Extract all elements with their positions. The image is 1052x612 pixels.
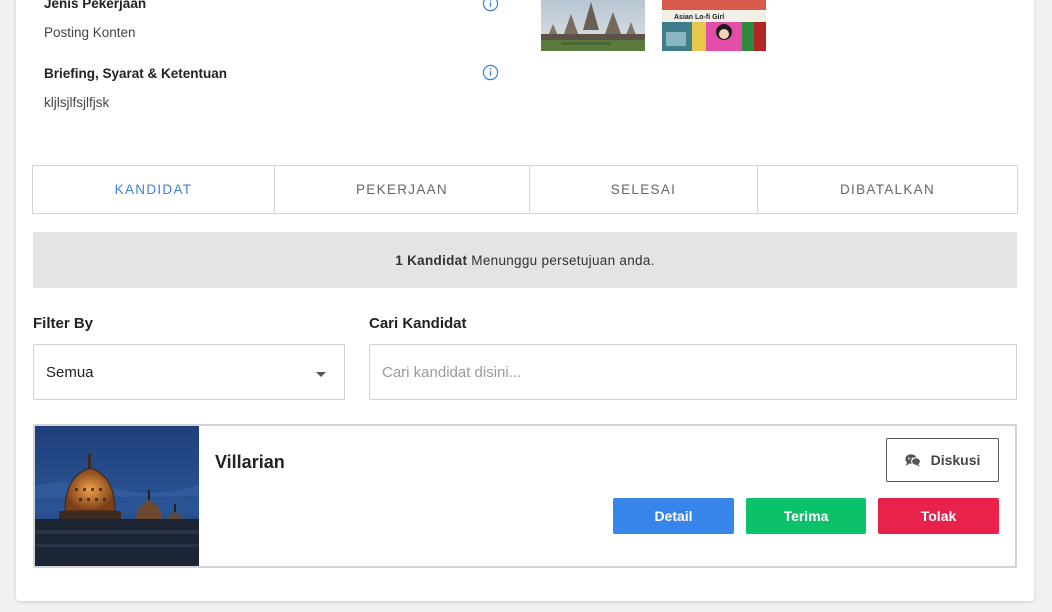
search-input[interactable] xyxy=(369,344,1017,400)
candidate-photo xyxy=(35,426,199,566)
comic-caption: Asian Lo-fi Girl xyxy=(674,14,724,21)
briefing-label: Briefing, Syarat & Ketentuan xyxy=(44,66,228,81)
discuss-label: Diskusi xyxy=(930,452,981,468)
reject-button[interactable]: Tolak xyxy=(878,498,999,534)
filter-selected-value: Semua xyxy=(46,363,94,381)
candidate-count: 1 Kandidat xyxy=(395,252,468,268)
pending-notice: 1 Kandidat Menunggu persetujuan anda. xyxy=(33,232,1017,288)
search-label: Cari Kandidat xyxy=(369,315,467,332)
temple-thumbnail[interactable] xyxy=(541,0,645,51)
job-type-label: Jenis Pekerjaan xyxy=(44,0,147,11)
tab-selesai[interactable]: SELESAI xyxy=(530,166,758,213)
notice-message: Menunggu persetujuan anda. xyxy=(471,252,655,268)
candidate-name: Villarian xyxy=(215,452,285,472)
tab-kandidat[interactable]: KANDIDAT xyxy=(33,166,275,213)
discuss-button[interactable]: Diskusi xyxy=(886,438,999,482)
detail-button[interactable]: Detail xyxy=(613,498,734,534)
info-icon[interactable] xyxy=(482,64,499,81)
tab-pekerjaan[interactable]: PEKERJAAN xyxy=(275,166,530,213)
accept-button[interactable]: Terima xyxy=(746,498,866,534)
caret-down-icon xyxy=(316,372,326,377)
info-icon[interactable] xyxy=(482,0,499,12)
candidate-card: Villarian Diskusi Detail Terima Tolak xyxy=(33,424,1017,568)
briefing-value: kljlsjlfsjlfjsk xyxy=(44,95,110,110)
chat-icon xyxy=(904,454,921,467)
filter-select[interactable]: Semua xyxy=(33,344,345,400)
status-tabs: KANDIDAT PEKERJAAN SELESAI DIBATALKAN xyxy=(32,165,1018,214)
job-type-value: Posting Konten xyxy=(44,25,136,40)
comic-thumbnail[interactable]: Asian Lo-fi Girl xyxy=(662,0,766,51)
tab-dibatalkan[interactable]: DIBATALKAN xyxy=(758,166,1017,213)
filter-label: Filter By xyxy=(33,315,94,332)
